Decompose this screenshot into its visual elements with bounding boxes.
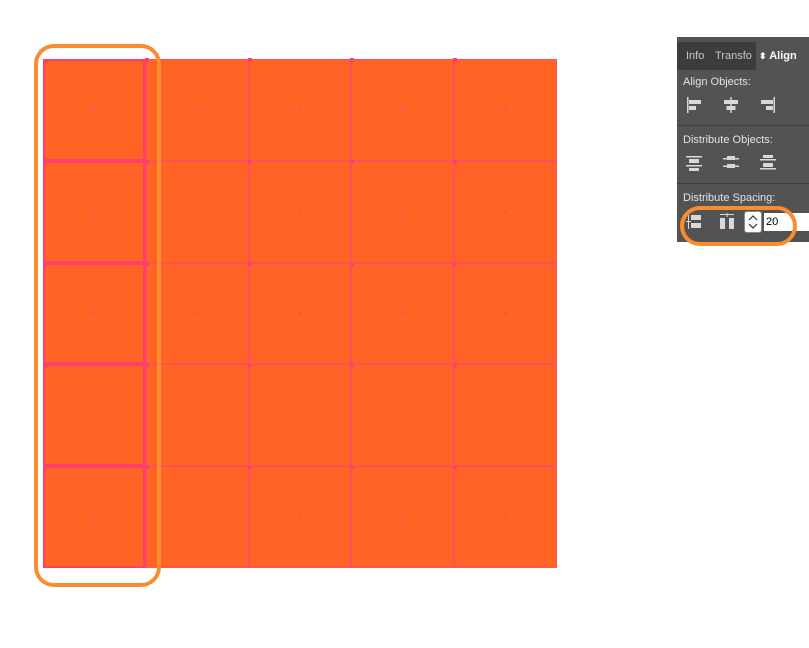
align-objects-label: Align Objects: [683,76,751,88]
grid-rectangle[interactable] [453,159,557,263]
section-divider [677,125,809,126]
center-point-marker [401,515,405,519]
grid-rectangle[interactable] [350,159,455,263]
anchor-point [453,159,458,164]
anchor-point [350,465,355,470]
align-left-edges-icon[interactable] [684,95,704,115]
anchor-point [453,363,458,368]
tab-align[interactable]: ⬍ Align [756,42,809,70]
grid-rectangle[interactable] [350,261,455,365]
tab-transform[interactable]: Transfo [715,42,755,70]
center-point-marker [401,210,405,214]
distribute-vertical-centers-icon[interactable] [721,153,741,173]
anchor-point [453,58,458,62]
spacing-stepper[interactable] [744,211,762,233]
grid-rectangle[interactable] [350,465,455,568]
section-divider [677,183,809,184]
center-point-marker [92,515,96,519]
anchor-point [453,261,458,266]
grid-rectangle[interactable] [350,58,455,161]
anchor-point [247,58,252,62]
anchor-point [144,261,149,266]
distribute-horizontal-space-icon[interactable] [717,212,737,232]
center-point-marker [504,515,508,519]
anchor-point [453,465,458,470]
anchor-point [144,58,149,62]
center-point-marker [92,210,96,214]
center-point-marker [504,108,508,112]
anchor-point [43,262,47,267]
anchor-point [247,363,252,368]
distribute-objects-label: Distribute Objects: [683,134,773,146]
anchor-point [43,160,47,165]
tab-info[interactable]: Info [686,42,712,70]
center-point-marker [298,108,302,112]
anchor-point [350,159,355,164]
grid-rectangle[interactable] [350,363,455,467]
grid-rectangle[interactable] [43,364,146,467]
anchor-point [247,159,252,164]
anchor-point [144,159,149,164]
align-horizontal-centers-icon[interactable] [721,95,741,115]
grid-rectangle[interactable] [247,159,352,263]
center-point-marker [195,311,199,315]
anchor-point [144,363,149,368]
center-point-marker [298,311,302,315]
anchor-point [43,59,47,63]
anchor-point [350,58,355,62]
anchor-point [247,465,252,470]
center-point-marker [92,108,96,112]
grid-rectangle[interactable] [453,363,557,467]
grid-rectangle[interactable] [453,261,557,365]
center-point-marker [92,311,96,315]
anchor-point [350,261,355,266]
align-panel: Info Transfo ⬍ Align Align Objects: Dist… [677,37,809,242]
align-right-edges-icon[interactable] [758,95,778,115]
center-point-marker [504,311,508,315]
center-point-marker [298,210,302,214]
anchor-point [350,363,355,368]
grid-rectangle[interactable] [43,59,146,161]
anchor-point [43,466,47,471]
distribute-spacing-label: Distribute Spacing: [683,192,776,204]
grid-rectangle[interactable] [144,261,249,365]
center-point-marker [401,413,405,417]
grid-rectangle[interactable] [247,363,352,467]
grid-rectangle[interactable] [453,58,557,161]
grid-rectangle[interactable] [43,262,146,365]
grid-rectangle[interactable] [144,58,249,161]
grid-rectangle[interactable] [247,261,352,365]
tab-stepper-icon: ⬍ [759,51,767,61]
grid-rectangle[interactable] [144,363,249,467]
distribute-bottom-edges-icon[interactable] [758,153,778,173]
anchor-point [43,364,47,369]
grid-rectangle[interactable] [43,160,146,263]
anchor-point [144,465,149,470]
center-point-marker [195,210,199,214]
spacing-value-input[interactable] [764,213,809,231]
center-point-marker [298,515,302,519]
center-point-marker [504,413,508,417]
distribute-vertical-space-icon[interactable] [684,212,704,232]
center-point-marker [92,413,96,417]
center-point-marker [401,311,405,315]
grid-rectangle[interactable] [144,159,249,263]
center-point-marker [401,108,405,112]
distribute-top-edges-icon[interactable] [684,153,704,173]
center-point-marker [195,515,199,519]
center-point-marker [298,413,302,417]
grid-rectangle[interactable] [144,465,249,568]
grid-rectangle[interactable] [247,58,352,161]
center-point-marker [504,210,508,214]
grid-rectangle[interactable] [43,466,146,568]
grid-rectangle[interactable] [453,465,557,568]
anchor-point [247,261,252,266]
rectangle-grid [43,58,557,568]
panel-tab-bar: Info Transfo ⬍ Align [677,42,809,70]
tab-align-label: Align [769,50,797,62]
center-point-marker [195,108,199,112]
grid-rectangle[interactable] [247,465,352,568]
center-point-marker [195,413,199,417]
